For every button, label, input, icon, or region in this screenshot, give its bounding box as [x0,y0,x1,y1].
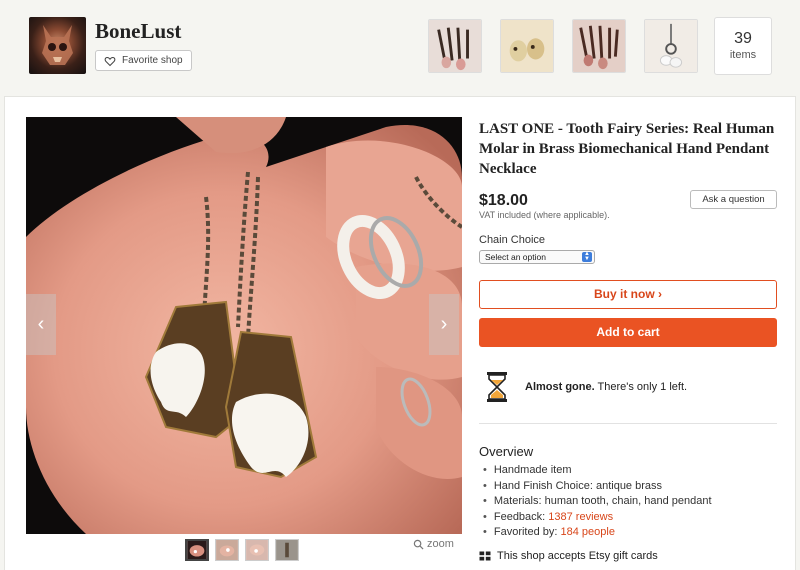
gift-card-note: This shop accepts Etsy gift cards [479,550,658,562]
shop-item-thumbnail[interactable] [644,19,698,73]
gift-card-text: This shop accepts Etsy gift cards [497,550,658,562]
shop-item-thumbnail[interactable] [572,19,626,73]
magnifier-icon [413,539,424,550]
photo-thumbnail[interactable] [215,539,239,561]
chain-choice-select[interactable]: Select an option ▲ ▼ [479,250,595,264]
shop-item-thumbnail[interactable] [428,19,482,73]
feedback-reviews-link[interactable]: 1387 reviews [548,511,613,523]
favorited-by-link[interactable]: 184 people [561,526,615,538]
stock-notice: Almost gone. There's only 1 left. [525,381,687,393]
chain-choice-value: Select an option [485,252,546,262]
listing-title: LAST ONE - Tooth Fairy Series: Real Huma… [479,121,775,177]
divider [479,423,777,424]
select-arrows-icon: ▲ ▼ [582,251,592,262]
overview-item: Handmade item [483,463,712,479]
overview-item: Hand Finish Choice: antique brass [483,479,712,495]
listing-photo[interactable] [26,117,462,534]
next-photo-button[interactable]: › [429,294,459,355]
listing-card: ‹ › zoom LAST ONE - Tooth Fairy Series: … [4,96,796,570]
overview-heading: Overview [479,444,534,459]
photo-thumbnail-strip [185,539,299,561]
overview-item-text: Hand Finish Choice: antique brass [493,479,663,492]
overview-item-text: Feedback: [493,510,549,523]
buy-it-now-button[interactable]: Buy it now › [479,280,777,309]
listing-price: $18.00 [479,192,528,209]
items-count-box[interactable]: 39 items [714,17,772,75]
photo-thumbnail[interactable] [245,539,269,561]
shop-item-thumbnail[interactable] [500,19,554,73]
gift-card-icon [479,551,491,561]
previous-photo-button[interactable]: ‹ [26,294,56,355]
add-to-cart-button[interactable]: Add to cart [479,318,777,347]
overview-item-text: Favorited by: [493,526,561,538]
vat-note: VAT included (where applicable). [479,210,610,220]
zoom-button[interactable]: zoom [413,538,454,550]
overview-list: Handmade item Hand Finish Choice: antiqu… [483,463,712,541]
overview-item-text: Materials: human tooth, chain, hand pend… [493,495,712,507]
overview-item-text: Handmade item [493,464,572,476]
favorite-shop-label: Favorite shop [122,55,183,66]
photo-thumbnail[interactable] [275,539,299,561]
hourglass-icon [487,372,507,402]
heart-icon [104,56,116,66]
items-label: items [729,49,757,61]
ask-question-button[interactable]: Ask a question [690,190,777,209]
stock-notice-text: There's only 1 left. [594,381,688,393]
overview-item: Favorited by: 184 people [483,525,712,541]
shop-header: BoneLust Favorite shop 39 items [0,0,800,94]
items-count: 39 [734,30,752,47]
overview-item: Materials: human tooth, chain, hand pend… [483,494,712,510]
zoom-label: zoom [427,538,454,550]
overview-item: Feedback: 1387 reviews [483,510,712,526]
shop-name[interactable]: BoneLust [95,19,181,44]
chain-choice-label: Chain Choice [479,234,546,246]
favorite-shop-button[interactable]: Favorite shop [95,50,192,71]
photo-thumbnail[interactable] [185,539,209,561]
stock-notice-bold: Almost gone. [525,381,595,393]
shop-avatar[interactable] [29,17,86,74]
